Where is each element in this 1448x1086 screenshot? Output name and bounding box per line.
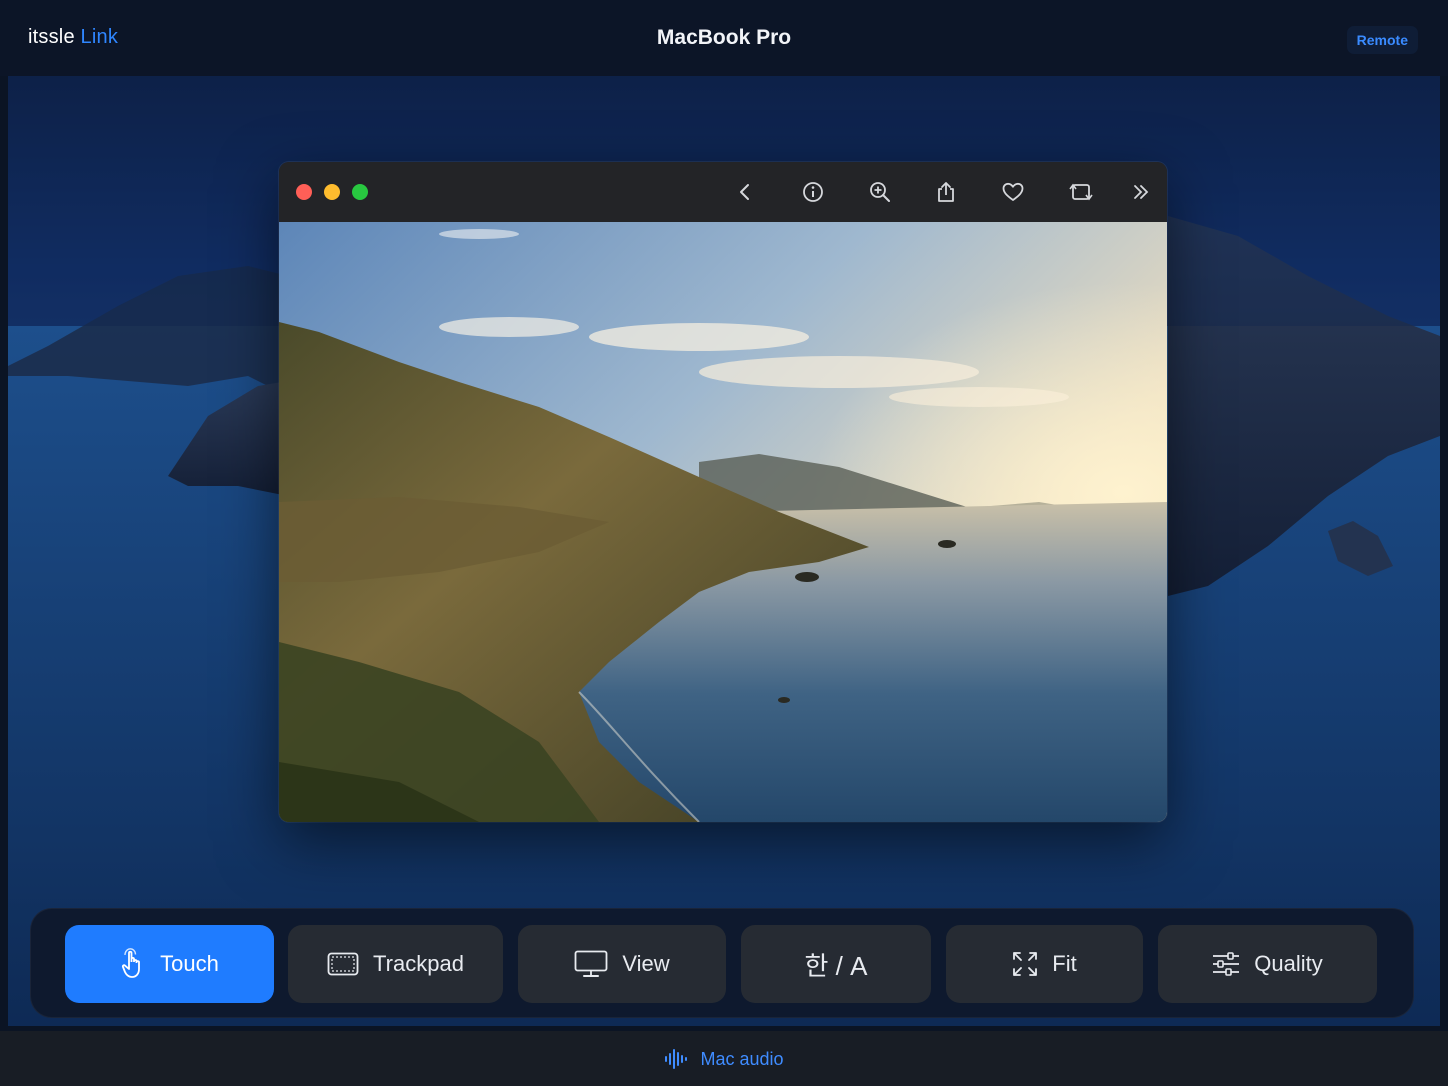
sliders-icon [1213, 952, 1240, 976]
mac-audio-label: Mac audio [700, 1048, 784, 1069]
more-chevrons-icon[interactable] [1127, 178, 1155, 206]
footer-bar: Mac audio [0, 1031, 1448, 1086]
window-title-bar[interactable] [279, 162, 1167, 222]
fit-screen-label: Fit [1052, 951, 1077, 976]
view-mode-button[interactable]: View [518, 925, 726, 1003]
share-icon[interactable] [932, 178, 960, 206]
photo-viewer-window[interactable] [279, 162, 1167, 822]
audio-waveform-icon [665, 1049, 688, 1069]
favorite-heart-icon[interactable] [999, 178, 1027, 206]
trackpad-mode-button[interactable]: Trackpad [288, 925, 503, 1003]
expand-arrows-icon [1013, 952, 1038, 976]
hand-pointer-icon [122, 948, 141, 978]
back-chevron-icon[interactable] [731, 178, 759, 206]
zoom-window-button[interactable] [352, 184, 368, 200]
quality-settings-label: Quality [1254, 951, 1323, 976]
top-bar: itssle Link MacBook Pro Remote [0, 0, 1448, 76]
control-toolbar: Touch Trackpad View 한 / A Fit Quality [30, 908, 1414, 1018]
remote-desktop-view[interactable] [8, 76, 1440, 1026]
remote-button[interactable]: Remote [1346, 26, 1418, 54]
trackpad-icon [327, 952, 359, 976]
fit-screen-button[interactable]: Fit [946, 925, 1143, 1003]
device-title: MacBook Pro [656, 26, 792, 49]
close-window-button[interactable] [296, 184, 312, 200]
mac-audio-toggle[interactable]: Mac audio [0, 1048, 1448, 1070]
input-language-button[interactable]: 한 / A [741, 925, 931, 1003]
touch-mode-button[interactable]: Touch [65, 925, 274, 1003]
trackpad-mode-label: Trackpad [373, 951, 464, 976]
touch-mode-label: Touch [160, 951, 219, 976]
quality-settings-button[interactable]: Quality [1158, 925, 1377, 1003]
view-mode-label: View [622, 951, 670, 976]
coastal-photo [279, 222, 1167, 822]
info-icon[interactable] [799, 178, 827, 206]
display-icon [574, 950, 608, 977]
input-language-label: 한 / A [804, 950, 868, 981]
rotate-icon[interactable] [1067, 178, 1095, 206]
minimize-window-button[interactable] [324, 184, 340, 200]
zoom-in-icon[interactable] [866, 178, 894, 206]
